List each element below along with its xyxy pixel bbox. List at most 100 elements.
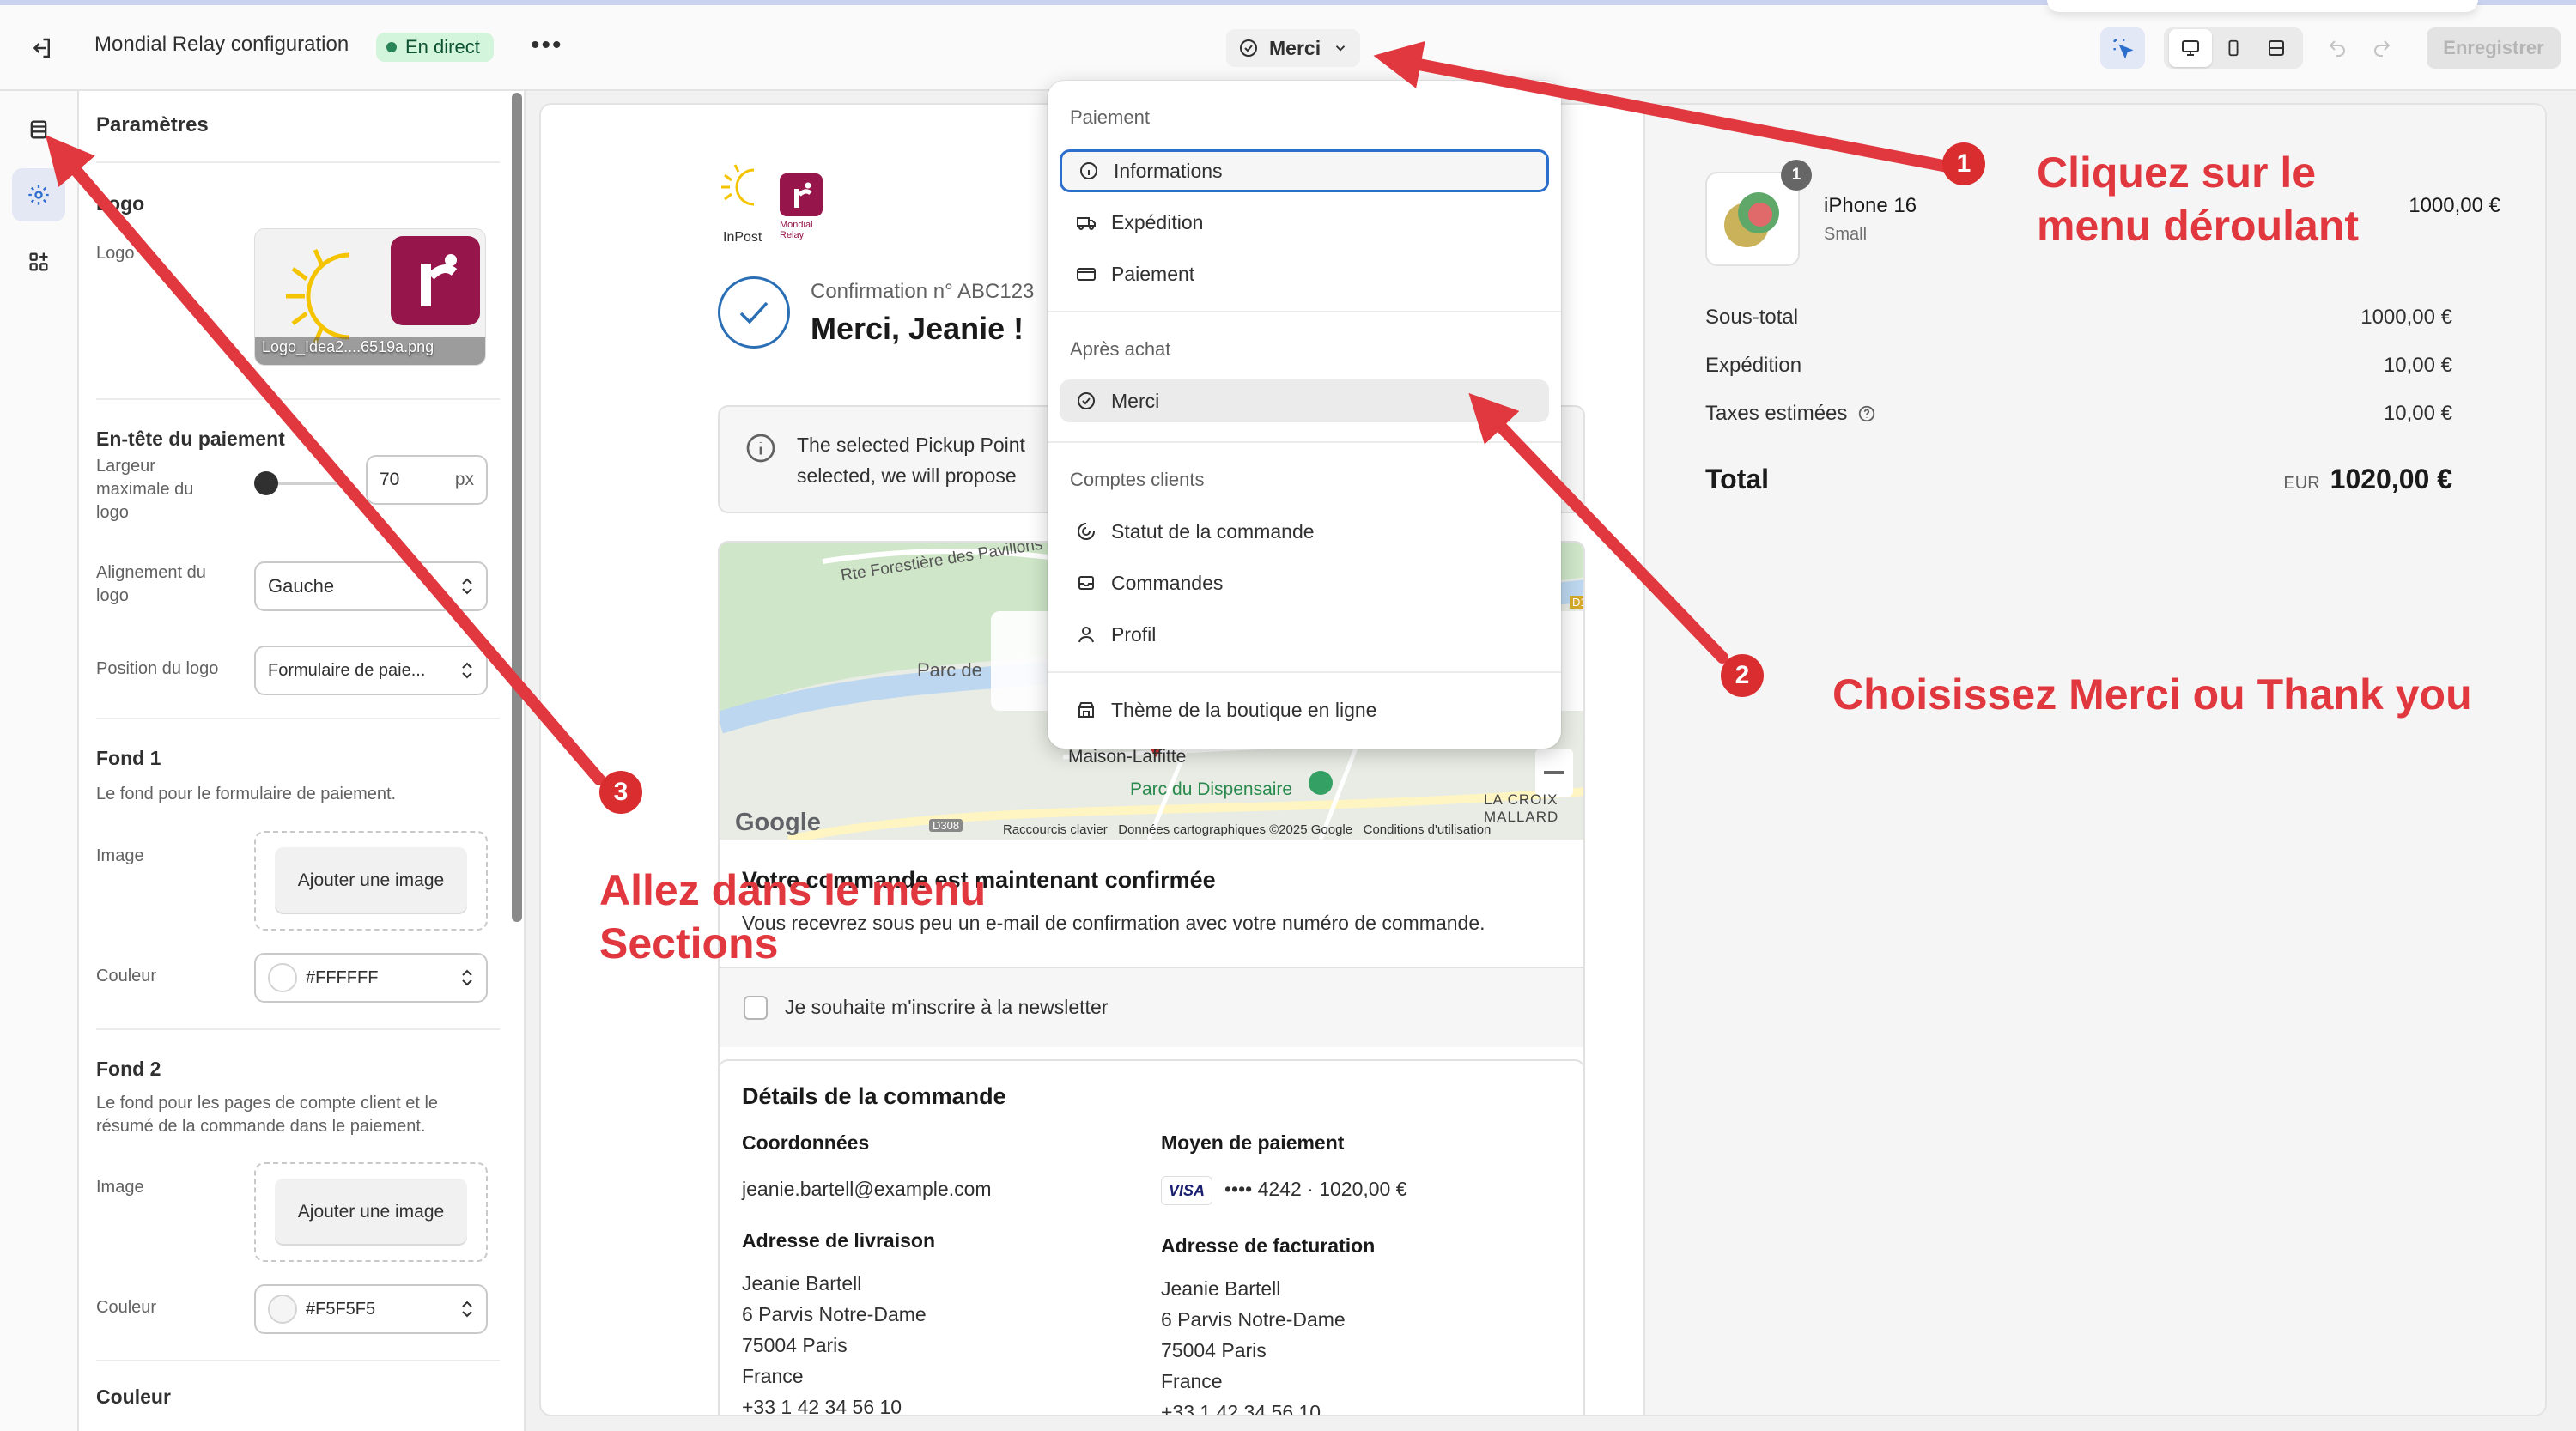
menu-item-orders[interactable]: Commandes xyxy=(1060,561,1549,604)
background1-color-picker[interactable]: #FFFFFF xyxy=(254,953,488,1003)
background2-color-picker[interactable]: #F5F5F5 xyxy=(254,1284,488,1334)
step-3-line2: Sections xyxy=(599,919,779,967)
newsletter-row: Je souhaite m'inscrire à la newsletter xyxy=(720,967,1583,1047)
background2-section-title: Fond 2 xyxy=(96,1058,161,1080)
rail-sections-button[interactable] xyxy=(12,103,65,156)
map-town-label: Maison-Laffitte xyxy=(1068,747,1187,767)
menu-item-shipping[interactable]: Expédition xyxy=(1060,201,1549,244)
logo-section-title: Logo xyxy=(96,192,145,215)
editor-icon-rail xyxy=(0,91,79,1431)
color-swatch[interactable] xyxy=(268,963,297,992)
menu-item-label: Expédition xyxy=(1111,210,1204,233)
help-circle-icon[interactable] xyxy=(1857,404,1876,423)
menu-item-payment[interactable]: Paiement xyxy=(1060,252,1549,295)
step-1-badge: 1 xyxy=(1942,142,1985,185)
address-line: +33 1 42 34 56 10 xyxy=(742,1396,902,1416)
tax-row: Taxes estimées 10,00 € xyxy=(1705,402,2452,426)
logo-width-value: 70 xyxy=(380,470,400,489)
logo-width-slider[interactable] xyxy=(254,469,340,498)
contact-email: jeanie.bartell@example.com xyxy=(742,1178,992,1200)
rail-settings-button[interactable] xyxy=(12,168,65,221)
shipping-value: 10,00 € xyxy=(2383,354,2452,377)
fullscreen-view-button[interactable] xyxy=(2255,29,2298,67)
logo-position-select[interactable]: Formulaire de paie... xyxy=(254,646,488,695)
shipping-label: Expédition xyxy=(1705,354,1802,377)
payment-heading: Moyen de paiement xyxy=(1161,1131,1345,1154)
logo-max-width-label: Largeur maximale du logo xyxy=(96,457,194,522)
menu-item-profile[interactable]: Profil xyxy=(1060,613,1549,656)
inbox-icon xyxy=(1075,572,1097,594)
menu-item-informations[interactable]: Informations xyxy=(1060,149,1549,192)
sections-icon xyxy=(30,120,47,139)
divider xyxy=(96,398,500,400)
payment-column: Moyen de paiement VISA •••• 4242 · 1020,0… xyxy=(1161,1131,1407,1205)
newsletter-checkbox[interactable] xyxy=(744,996,768,1020)
logo-label: Logo xyxy=(96,244,135,263)
divider xyxy=(96,161,500,163)
layout-icon xyxy=(2269,40,2284,56)
step-2-badge: 2 xyxy=(1721,654,1764,697)
background2-add-image-button[interactable]: Ajouter une image xyxy=(275,1179,467,1246)
undo-button[interactable] xyxy=(2322,33,2353,64)
background1-description: Le fond pour le formulaire de paiement. xyxy=(96,785,397,803)
live-dot-icon xyxy=(386,42,397,52)
slider-thumb[interactable] xyxy=(254,471,278,495)
select-arrows-icon xyxy=(462,662,472,679)
google-logo: Google xyxy=(735,809,821,836)
card-icon xyxy=(1075,263,1097,285)
desktop-icon xyxy=(2182,40,2199,56)
mobile-icon xyxy=(2228,39,2239,57)
menu-group-customer-accounts: Comptes clients xyxy=(1070,469,1205,490)
step-1-instruction: Cliquez sur le menu déroulant xyxy=(2037,146,2359,252)
logo-align-value: Gauche xyxy=(268,575,335,597)
inspector-button[interactable] xyxy=(2100,27,2145,69)
background1-color-label: Couleur xyxy=(96,967,157,985)
product-variant: Small xyxy=(1824,225,1868,244)
map-attribution[interactable]: Raccourcis clavier Données cartographiqu… xyxy=(1003,822,1491,837)
shipping-address-column: Adresse de livraison Jeanie Bartell 6 Pa… xyxy=(742,1229,935,1416)
select-arrows-icon xyxy=(462,969,472,986)
address-line: Jeanie Bartell xyxy=(1161,1277,1281,1300)
redo-button[interactable] xyxy=(2366,33,2397,64)
exit-editor-button[interactable] xyxy=(24,31,58,65)
page-selector-dropdown[interactable]: Merci xyxy=(1226,29,1361,67)
total-row: Total EUR 1020,00 € xyxy=(1705,464,2452,495)
gear-icon xyxy=(28,185,49,205)
save-button[interactable]: Enregistrer xyxy=(2427,27,2561,69)
color-swatch[interactable] xyxy=(268,1295,297,1324)
menu-item-thanks[interactable]: Merci xyxy=(1060,379,1549,422)
mobile-view-button[interactable] xyxy=(2212,29,2255,67)
preview-scrollbar[interactable] xyxy=(2545,105,2547,1106)
mondial-relay-logo-text: Mondial Relay xyxy=(780,220,813,240)
visa-card-icon: VISA xyxy=(1161,1175,1212,1205)
address-line: France xyxy=(742,1365,804,1387)
select-arrows-icon xyxy=(462,578,472,595)
store-icon xyxy=(1075,699,1097,721)
app-title: Mondial Relay configuration xyxy=(94,33,349,56)
logo-align-select[interactable]: Gauche xyxy=(254,561,488,611)
map-district-label: LA CROIX MALLARD xyxy=(1484,791,1559,825)
desktop-view-button[interactable] xyxy=(2169,29,2212,67)
menu-item-order-status[interactable]: Statut de la commande xyxy=(1060,510,1549,553)
menu-item-label: Commandes xyxy=(1111,571,1224,594)
top-bar: Mondial Relay configuration En direct ••… xyxy=(0,0,2576,91)
page-selector-menu: Paiement Informations Expédition Paiemen… xyxy=(1048,81,1561,749)
inpost-logo-text: InPost xyxy=(723,230,762,245)
logo-width-input[interactable]: 70 px xyxy=(366,455,488,505)
settings-scrollbar[interactable] xyxy=(512,93,522,922)
menu-divider xyxy=(1048,671,1561,673)
menu-group-payment: Paiement xyxy=(1070,106,1150,128)
shipping-address-heading: Adresse de livraison xyxy=(742,1229,935,1252)
address-line: 6 Parvis Notre-Dame xyxy=(742,1303,927,1325)
background1-add-image-button[interactable]: Ajouter une image xyxy=(275,847,467,914)
order-summary-panel: 1 iPhone 16 Small 1000,00 € Sous-total 10… xyxy=(1643,105,2545,1415)
more-actions-button[interactable]: ••• xyxy=(531,31,563,60)
logo-image-thumbnail[interactable]: Logo_Idea2....6519a.png xyxy=(254,228,486,366)
menu-item-label: Thème de la boutique en ligne xyxy=(1111,698,1377,721)
step-3-line1: Allez dans le menu xyxy=(599,866,987,914)
undo-icon xyxy=(2329,40,2345,57)
logo-position-label: Position du logo xyxy=(96,659,219,678)
rail-apps-button[interactable] xyxy=(12,235,65,288)
menu-item-store-theme[interactable]: Thème de la boutique en ligne xyxy=(1060,688,1549,731)
divider xyxy=(96,1360,500,1361)
